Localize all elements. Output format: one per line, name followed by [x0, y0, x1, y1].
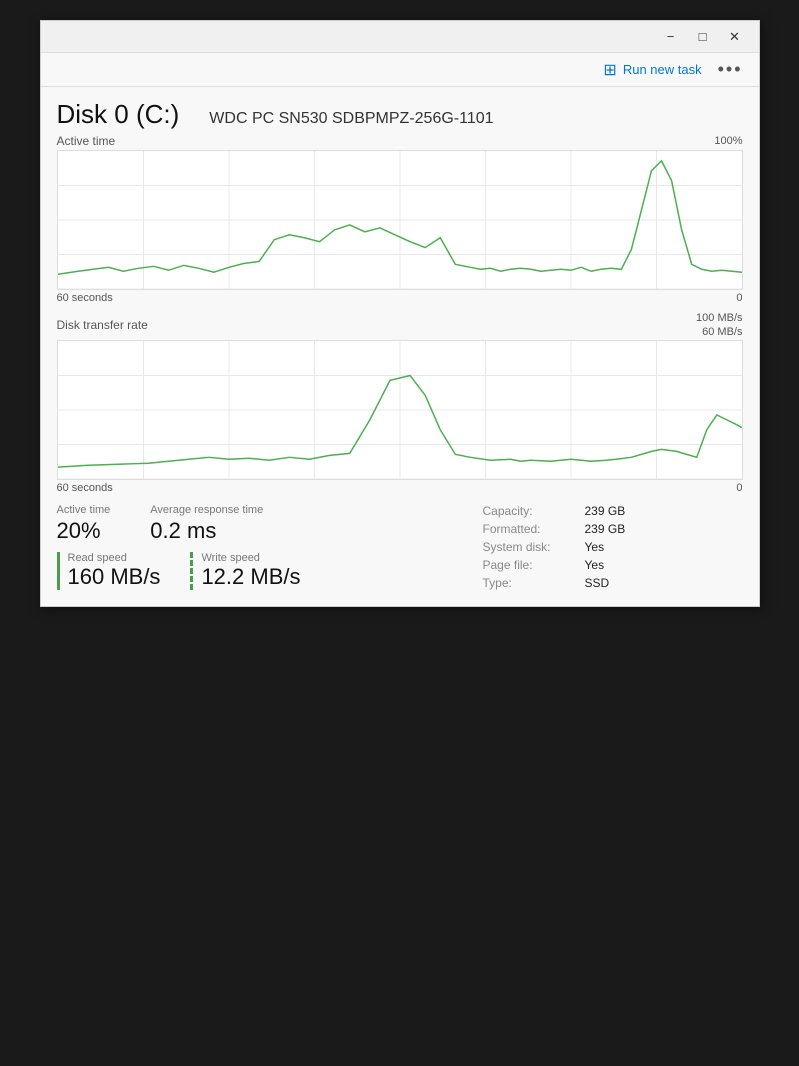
transfer-rate-footer: 60 seconds 0 — [57, 482, 743, 494]
active-time-time-label: 60 seconds — [57, 292, 113, 304]
run-new-task-label: Run new task — [623, 62, 702, 77]
transfer-rate-max1: 100 MB/s — [696, 312, 742, 324]
system-disk-label: System disk: — [483, 540, 573, 554]
active-time-svg — [58, 151, 742, 289]
active-time-stat: Active time 20% — [57, 504, 111, 544]
active-time-stat-label: Active time — [57, 504, 111, 516]
transfer-rate-label: Disk transfer rate — [57, 318, 148, 332]
disk-info-section: Capacity: 239 GB Formatted: 239 GB Syste… — [483, 504, 743, 590]
disk-model: WDC PC SN530 SDBPMPZ-256G-1101 — [209, 110, 493, 128]
active-time-chart — [57, 150, 743, 290]
close-button[interactable]: ✕ — [719, 23, 751, 51]
type-label: Type: — [483, 576, 573, 590]
maximize-button[interactable]: □ — [687, 23, 719, 51]
avg-response-stat: Average response time 0.2 ms — [150, 504, 263, 544]
page-file-label: Page file: — [483, 558, 573, 572]
disk-header: Disk 0 (C:) WDC PC SN530 SDBPMPZ-256G-11… — [57, 99, 743, 130]
type-value: SSD — [585, 576, 610, 590]
active-time-header: Active time 100% — [57, 134, 743, 148]
transfer-rate-svg — [58, 341, 742, 479]
page-file-value: Yes — [585, 558, 605, 572]
more-options-button[interactable]: ••• — [718, 59, 743, 80]
formatted-row: Formatted: 239 GB — [483, 522, 743, 536]
active-time-stat-value: 20% — [57, 518, 111, 544]
left-stats: Active time 20% Average response time 0.… — [57, 504, 483, 590]
speed-row: Read speed 160 MB/s Write speed 12.2 MB/… — [57, 552, 483, 590]
transfer-rate-header: Disk transfer rate 100 MB/s 60 MB/s — [57, 312, 743, 338]
run-task-icon: ⊞ — [603, 60, 616, 80]
system-disk-row: System disk: Yes — [483, 540, 743, 554]
toolbar: ⊞ Run new task ••• — [41, 53, 759, 87]
active-time-zero: 0 — [736, 292, 742, 304]
system-disk-value: Yes — [585, 540, 605, 554]
read-speed-value: 160 MB/s — [68, 564, 161, 590]
write-speed-label: Write speed — [201, 552, 300, 564]
page-file-row: Page file: Yes — [483, 558, 743, 572]
formatted-value: 239 GB — [585, 522, 626, 536]
transfer-rate-time-label: 60 seconds — [57, 482, 113, 494]
capacity-label: Capacity: — [483, 504, 573, 518]
titlebar: − □ ✕ — [41, 21, 759, 53]
avg-response-label: Average response time — [150, 504, 263, 516]
capacity-value: 239 GB — [585, 504, 626, 518]
disk-performance-content: Disk 0 (C:) WDC PC SN530 SDBPMPZ-256G-11… — [41, 87, 759, 606]
formatted-label: Formatted: — [483, 522, 573, 536]
transfer-rate-zero: 0 — [736, 482, 742, 494]
active-time-max: 100% — [714, 135, 742, 147]
write-speed-group: Write speed 12.2 MB/s — [190, 552, 300, 590]
transfer-rate-max2: 60 MB/s — [702, 326, 742, 338]
type-row: Type: SSD — [483, 576, 743, 590]
active-time-section: Active time 100% — [57, 134, 743, 304]
active-time-label: Active time — [57, 134, 116, 148]
bottom-stats: Active time 20% Average response time 0.… — [57, 504, 743, 590]
run-new-task-button[interactable]: ⊞ Run new task — [603, 60, 701, 80]
disk-title: Disk 0 (C:) — [57, 99, 180, 130]
write-speed-value: 12.2 MB/s — [201, 564, 300, 590]
transfer-rate-section: Disk transfer rate 100 MB/s 60 MB/s — [57, 312, 743, 494]
capacity-row: Capacity: 239 GB — [483, 504, 743, 518]
transfer-rate-chart — [57, 340, 743, 480]
task-manager-window: − □ ✕ ⊞ Run new task ••• Disk 0 (C:) WDC… — [40, 20, 760, 607]
avg-response-value: 0.2 ms — [150, 518, 263, 544]
read-speed-group: Read speed 160 MB/s — [57, 552, 161, 590]
minimize-button[interactable]: − — [655, 23, 687, 51]
read-speed-label: Read speed — [68, 552, 161, 564]
active-time-footer: 60 seconds 0 — [57, 292, 743, 304]
